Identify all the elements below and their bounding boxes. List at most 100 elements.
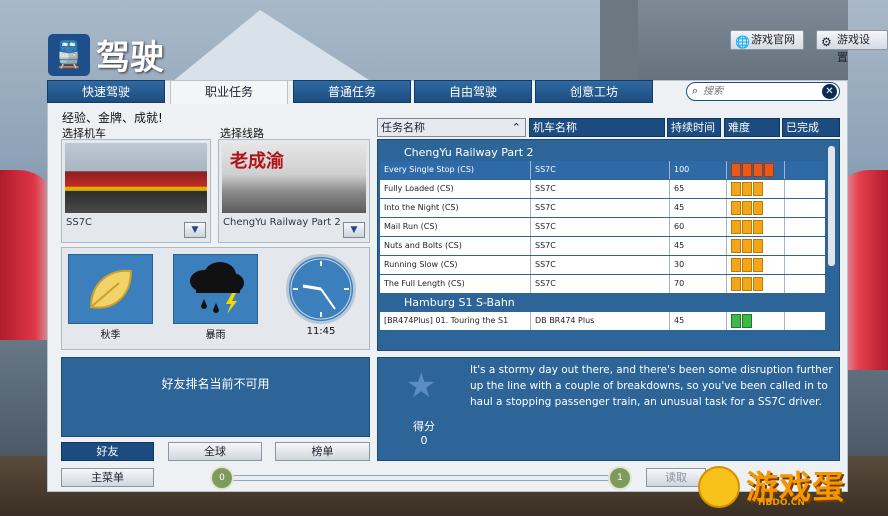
column-difficulty[interactable]: 难度 bbox=[724, 118, 780, 137]
row-completed bbox=[785, 275, 825, 293]
leaderboard-tab-rankings[interactable]: 榜单 bbox=[275, 442, 370, 461]
row-difficulty bbox=[727, 218, 785, 236]
table-row[interactable]: [BR474Plus] 01. Touring the S1 DB BR474 … bbox=[380, 312, 825, 330]
tab-career[interactable]: 职业任务 bbox=[170, 80, 288, 104]
train-icon: 🚆 bbox=[48, 33, 90, 76]
leaderboard-message: 好友排名当前不可用 bbox=[161, 377, 270, 391]
tab-standard[interactable]: 普通任务 bbox=[293, 80, 411, 103]
row-difficulty bbox=[727, 256, 785, 274]
column-completed[interactable]: 已完成 bbox=[782, 118, 840, 137]
score-label: 得分 bbox=[413, 420, 435, 433]
row-loco: SS7C bbox=[531, 256, 670, 274]
row-completed bbox=[785, 180, 825, 198]
scenario-details: ★ 得分 0 It's a stormy day out there, and … bbox=[377, 357, 840, 461]
tab-quick-drive[interactable]: 快速驾驶 bbox=[47, 80, 165, 103]
table-row[interactable]: Running Slow (CS) SS7C 30 bbox=[380, 256, 825, 274]
row-loco: SS7C bbox=[531, 199, 670, 217]
row-duration: 100 bbox=[670, 161, 727, 179]
search-box[interactable]: ⌕ ✕ bbox=[686, 82, 840, 101]
table-row[interactable]: Every Single Stop (CS) SS7C 100 bbox=[380, 161, 825, 179]
route-calligraphy: 老成渝 bbox=[230, 151, 284, 172]
slider-track[interactable] bbox=[230, 475, 612, 481]
row-completed bbox=[785, 256, 825, 274]
page-title: 🚆 驾驶 bbox=[48, 30, 164, 79]
row-task-name: Fully Loaded (CS) bbox=[380, 180, 531, 198]
time-slider[interactable]: 0 1 bbox=[210, 466, 632, 490]
row-duration: 45 bbox=[670, 312, 727, 330]
weather-label: 暴雨 bbox=[205, 330, 226, 341]
difficulty-bars bbox=[731, 201, 763, 215]
row-duration: 60 bbox=[670, 218, 727, 236]
column-task-name[interactable]: 任务名称 ⌃ bbox=[377, 118, 526, 137]
search-input[interactable] bbox=[703, 84, 813, 99]
main-menu-button[interactable]: 主菜单 bbox=[61, 468, 154, 487]
score-value: 0 bbox=[420, 434, 428, 447]
row-loco: SS7C bbox=[531, 237, 670, 255]
leaderboard-tab-global[interactable]: 全球 bbox=[168, 442, 262, 461]
clear-search-icon[interactable]: ✕ bbox=[822, 84, 837, 99]
clock-icon bbox=[286, 254, 356, 324]
leaderboard-tab-friends[interactable]: 好友 bbox=[61, 442, 154, 461]
watermark-logo: 游戏蛋 HBDO.CN bbox=[696, 462, 882, 512]
storm-icon bbox=[190, 262, 244, 314]
time-label: 11:45 bbox=[306, 326, 336, 337]
row-loco: SS7C bbox=[531, 180, 670, 198]
tab-free-roam[interactable]: 自由驾驶 bbox=[414, 80, 532, 103]
row-loco: DB BR474 Plus bbox=[531, 312, 670, 330]
website-button[interactable]: 🌐 游戏官网 bbox=[730, 30, 804, 50]
scenario-description: It's a stormy day out there, and there's… bbox=[470, 364, 833, 408]
globe-icon: 🌐 bbox=[735, 35, 750, 49]
row-completed bbox=[785, 312, 825, 330]
row-difficulty bbox=[727, 199, 785, 217]
row-duration: 70 bbox=[670, 275, 727, 293]
route-dropdown-icon[interactable]: ▼ bbox=[343, 222, 365, 238]
table-row[interactable]: Nuts and Bolts (CS) SS7C 45 bbox=[380, 237, 825, 255]
leaderboard-panel: 好友排名当前不可用 bbox=[61, 357, 370, 437]
page-title-text: 驾驶 bbox=[96, 38, 164, 78]
row-completed bbox=[785, 218, 825, 236]
row-difficulty bbox=[727, 275, 785, 293]
slider-min-knob[interactable]: 0 bbox=[210, 466, 234, 490]
row-completed bbox=[785, 199, 825, 217]
season-tile bbox=[68, 254, 153, 324]
table-row[interactable]: The Full Length (CS) SS7C 70 bbox=[380, 275, 825, 293]
column-duration[interactable]: 持续时间 bbox=[667, 118, 721, 137]
slider-max-knob[interactable]: 1 bbox=[608, 466, 632, 490]
scenario-list: ChengYu Railway Part 2 Every Single Stop… bbox=[377, 139, 840, 351]
search-icon: ⌕ bbox=[692, 84, 699, 97]
column-loco-name[interactable]: 机车名称 bbox=[529, 118, 665, 137]
row-difficulty bbox=[727, 161, 785, 179]
sort-icon: ⌃ bbox=[511, 121, 521, 134]
row-task-name: [BR474Plus] 01. Touring the S1 bbox=[380, 312, 531, 330]
row-task-name: Running Slow (CS) bbox=[380, 256, 531, 274]
table-row[interactable]: Fully Loaded (CS) SS7C 65 bbox=[380, 180, 825, 198]
row-completed bbox=[785, 237, 825, 255]
train-thumbnail bbox=[65, 143, 207, 213]
row-duration: 45 bbox=[670, 199, 727, 217]
table-row[interactable]: Into the Night (CS) SS7C 45 bbox=[380, 199, 825, 217]
train-dropdown-icon[interactable]: ▼ bbox=[184, 222, 206, 238]
row-duration: 65 bbox=[670, 180, 727, 198]
tab-workshop[interactable]: 创意工坊 bbox=[535, 80, 653, 103]
season-label: 秋季 bbox=[100, 330, 121, 341]
star-icon: ★ bbox=[406, 366, 437, 406]
route-thumbnail: 老成渝 bbox=[222, 143, 366, 213]
route-group-hamburg: Hamburg S1 S-Bahn bbox=[404, 296, 515, 309]
difficulty-bars bbox=[731, 314, 752, 328]
egg-mascot-icon bbox=[698, 466, 740, 508]
route-selector[interactable]: 老成渝 ChengYu Railway Part 2 ▼ bbox=[218, 139, 370, 243]
table-row[interactable]: Mail Run (CS) SS7C 60 bbox=[380, 218, 825, 236]
watermark-url: HBDO.CN bbox=[758, 498, 805, 508]
gear-icon: ⚙ bbox=[821, 35, 832, 49]
settings-label: 游戏设置 bbox=[837, 33, 870, 64]
scrollbar[interactable] bbox=[828, 146, 835, 266]
route-name: ChengYu Railway Part 2 bbox=[223, 217, 341, 228]
row-loco: SS7C bbox=[531, 275, 670, 293]
train-name: SS7C bbox=[66, 217, 93, 228]
row-loco: SS7C bbox=[531, 218, 670, 236]
settings-button[interactable]: ⚙ 游戏设置 bbox=[816, 30, 888, 64]
weather-tile bbox=[173, 254, 258, 324]
column-task-name-label: 任务名称 bbox=[381, 121, 425, 134]
row-task-name: Every Single Stop (CS) bbox=[380, 161, 531, 179]
train-selector[interactable]: SS7C ▼ bbox=[61, 139, 211, 243]
